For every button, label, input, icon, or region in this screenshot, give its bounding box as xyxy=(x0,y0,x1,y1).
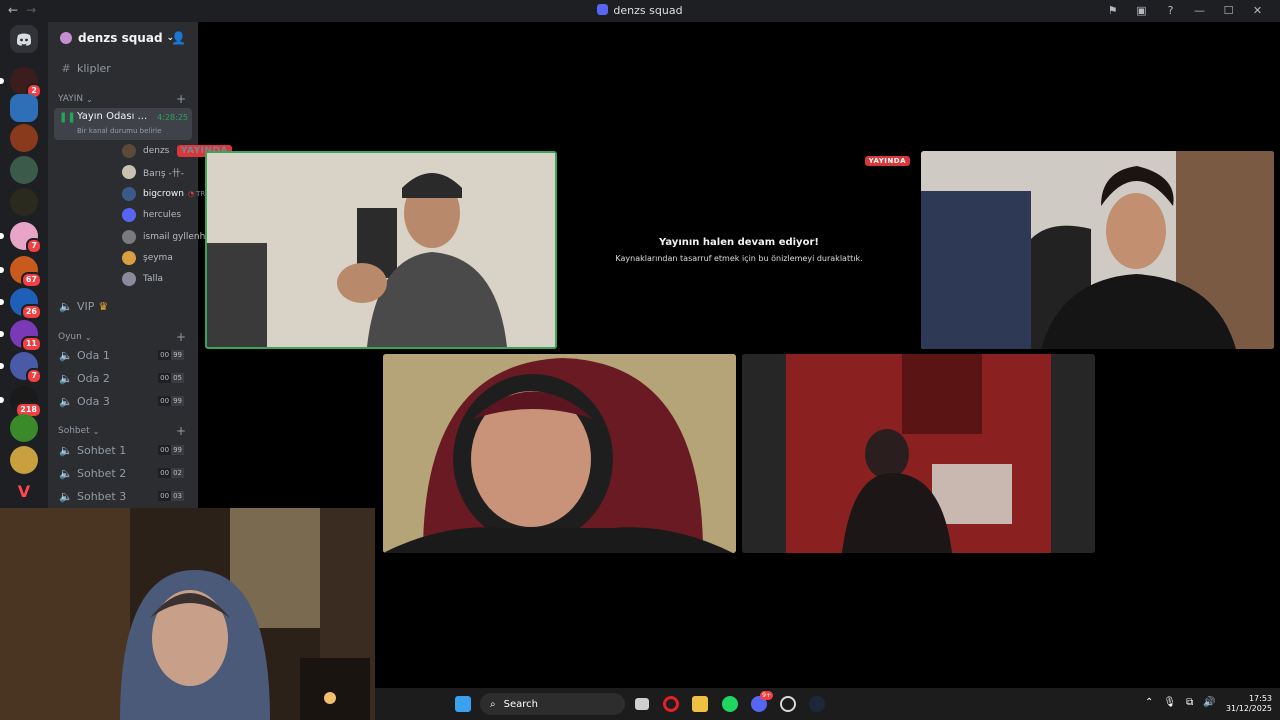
server-icon[interactable]: 218 xyxy=(0,386,42,418)
speaker-icon: 🔈 xyxy=(59,371,73,385)
webcam-video xyxy=(921,151,1274,349)
avatar xyxy=(122,251,136,265)
video-tile[interactable] xyxy=(742,354,1095,553)
server-header[interactable]: denzs squad ⌄ 👤 xyxy=(48,22,198,54)
avatar xyxy=(122,144,136,158)
category-oyun[interactable]: Oyun ⌄ + xyxy=(58,330,190,344)
paused-stream-tile[interactable]: YAYINDA Yayının halen devam ediyor! Kayn… xyxy=(561,151,917,349)
channel-sidebar: denzs squad ⌄ 👤 # klipler YAYIN ⌄ + ❚❚ Ya… xyxy=(48,22,234,508)
hash-icon: # xyxy=(61,61,71,75)
voice-channel[interactable]: 🔈 Oda 2 00 05 xyxy=(54,368,192,388)
server-icon[interactable] xyxy=(10,156,38,184)
server-icon[interactable]: 11 xyxy=(0,320,42,352)
streamer-webcam-overlay xyxy=(0,508,375,720)
window-controls: ⚑ ▣ ? — ☐ ✕ xyxy=(1098,3,1272,19)
voice-channel[interactable]: 🔈 Sohbet 3 00 03 xyxy=(54,486,192,506)
close-button[interactable]: ✕ xyxy=(1243,3,1272,19)
channel-vip[interactable]: 🔈 VIP ♛ xyxy=(54,296,192,316)
app-icon[interactable] xyxy=(780,696,796,712)
help-icon[interactable]: ? xyxy=(1156,3,1185,19)
speaker-live-icon: ❚❚ xyxy=(59,112,76,123)
voice-channel[interactable]: 🔈 Oda 3 00 99 xyxy=(54,391,192,411)
discord-taskbar-icon[interactable]: 9+ xyxy=(751,691,773,712)
server-icon xyxy=(597,4,609,15)
speaker-icon: 🔈 xyxy=(59,348,73,362)
voice-channel[interactable]: 🔈 Oda 1 00 99 xyxy=(54,345,192,365)
add-channel-icon[interactable]: + xyxy=(176,330,186,344)
file-explorer-icon[interactable] xyxy=(692,696,708,712)
user-count: 00 99 xyxy=(158,350,184,360)
title-bar: ←→ denzs squad ⚑ ▣ ? — ☐ ✕ xyxy=(0,0,1280,22)
minimize-button[interactable]: — xyxy=(1185,3,1214,19)
start-windows-icon[interactable] xyxy=(455,696,471,712)
task-view-icon[interactable] xyxy=(635,698,649,710)
speaker-icon: 🔈 xyxy=(59,466,73,480)
maximize-button[interactable]: ☐ xyxy=(1214,3,1243,19)
server-icon[interactable]: 2 xyxy=(0,67,42,99)
inbox-icon[interactable]: ▣ xyxy=(1127,3,1156,19)
voice-channel[interactable]: 🔈 Sohbet 1 00 99 xyxy=(54,440,192,460)
server-icon xyxy=(60,32,72,44)
spotify-icon[interactable] xyxy=(722,696,738,712)
webcam-video xyxy=(742,354,1095,553)
video-tile[interactable] xyxy=(383,354,736,553)
steam-icon[interactable] xyxy=(809,696,825,712)
opera-gx-icon[interactable] xyxy=(663,696,679,712)
chevron-down-icon: ⌄ xyxy=(86,94,93,104)
server-icon[interactable]: 26 xyxy=(0,288,42,320)
server-icon[interactable]: 7 xyxy=(0,352,42,384)
avatar xyxy=(122,208,136,222)
taskbar: ⌕ Search 9+ ⌃🎙⧉🔊 17:53 31/12/2025 xyxy=(375,688,1280,720)
category-sohbet[interactable]: Sohbet ⌄ + xyxy=(58,424,190,438)
chevron-down-icon: ⌄ xyxy=(84,332,92,342)
server-icon[interactable] xyxy=(10,94,38,122)
user-count: 00 03 xyxy=(158,491,184,501)
chevron-down-icon: ⌄ xyxy=(92,426,100,436)
user-count: 00 05 xyxy=(158,373,184,383)
clock[interactable]: 17:53 31/12/2025 xyxy=(1226,694,1272,714)
tray-icons[interactable]: ⌃🎙⧉🔊 xyxy=(1145,697,1226,708)
valorant-icon[interactable]: V xyxy=(10,478,38,506)
server-rail: 2 7 67 26 11 7 218 V xyxy=(0,22,48,508)
user-count: 00 99 xyxy=(158,396,184,406)
server-icon[interactable] xyxy=(10,446,38,474)
user-count: 00 02 xyxy=(158,468,184,478)
speaker-icon: 🔈 xyxy=(59,489,73,503)
discord-home-icon[interactable] xyxy=(10,25,38,53)
server-icon[interactable]: 7 xyxy=(0,222,42,254)
webcam-video xyxy=(0,508,375,720)
avatar xyxy=(122,187,136,201)
server-icon[interactable] xyxy=(10,188,38,216)
add-channel-icon[interactable]: + xyxy=(176,424,186,438)
voice-channel[interactable]: 🔈 Sohbet 2 00 02 xyxy=(54,463,192,483)
add-channel-icon[interactable]: + xyxy=(176,92,186,106)
server-icon[interactable]: 67 xyxy=(0,256,42,288)
avatar xyxy=(122,165,136,179)
avatar xyxy=(122,272,136,286)
taskbar-search[interactable]: ⌕ Search xyxy=(480,693,625,715)
speaker-icon: 🔈 xyxy=(59,299,73,313)
window-title: denzs squad xyxy=(0,4,1280,17)
video-tile[interactable] xyxy=(921,151,1274,349)
user-count: 00 99 xyxy=(158,445,184,455)
server-icon[interactable] xyxy=(10,414,38,442)
crown-icon: ♛ xyxy=(98,299,109,313)
server-icon[interactable] xyxy=(10,124,38,152)
channel-klipler[interactable]: # klipler xyxy=(54,58,192,78)
speaker-icon: 🔈 xyxy=(59,394,73,408)
search-icon: ⌕ xyxy=(490,698,496,710)
avatar xyxy=(122,230,136,244)
add-friend-icon[interactable]: 👤 xyxy=(171,31,186,45)
webcam-video xyxy=(383,354,736,553)
webcam-video xyxy=(207,153,555,347)
speaker-icon: 🔈 xyxy=(59,443,73,457)
video-tile[interactable] xyxy=(205,151,557,349)
flag-icon[interactable]: ⚑ xyxy=(1098,3,1127,19)
clan-tag-icon: ◔ xyxy=(187,190,195,198)
category-yayin[interactable]: YAYIN ⌄ + xyxy=(58,92,190,106)
channel-stream-room[interactable]: ❚❚ Yayın Odası ... 4:28:25 Bir kanal dur… xyxy=(54,108,192,140)
